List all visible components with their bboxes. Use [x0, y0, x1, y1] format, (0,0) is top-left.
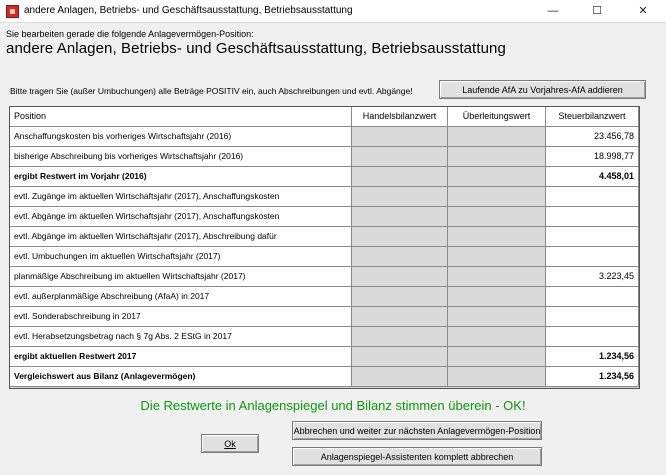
row-label: evtl. außerplanmäßige Abschreibung (AfaA…: [10, 287, 352, 307]
row-label: evtl. Abgänge im aktuellen Wirtschaftsja…: [10, 207, 352, 227]
row-label: Vergleichswert aus Bilanz (Anlagevermöge…: [10, 367, 352, 387]
ueberleitung-field: [448, 367, 546, 387]
handels-field: [352, 127, 448, 147]
handels-field: [352, 307, 448, 327]
status-message: Die Restwerte in Anlagenspiegel und Bila…: [140, 398, 526, 413]
row-label: bisherige Abschreibung bis vorheriges Wi…: [10, 147, 352, 167]
row-label: evtl. Umbuchungen im aktuellen Wirtschaf…: [10, 247, 352, 267]
ueberleitung-field: [448, 267, 546, 287]
handels-field: [352, 187, 448, 207]
row-label: evtl. Abgänge im aktuellen Wirtschaftsja…: [10, 227, 352, 247]
position-heading: andere Anlagen, Betriebs- und Geschäftsa…: [6, 40, 506, 57]
handels-field: [352, 267, 448, 287]
handels-field: [352, 347, 448, 367]
handels-field: [352, 247, 448, 267]
steuerbilanz-field[interactable]: [546, 287, 639, 307]
title-bar: andere Anlagen, Betriebs- und Geschäftsa…: [0, 0, 666, 23]
row-label: ergibt aktuellen Restwert 2017: [10, 347, 352, 367]
row-label: evtl. Zugänge im aktuellen Wirtschaftsja…: [10, 187, 352, 207]
ueberleitung-field: [448, 327, 546, 347]
instructions-text: Bitte tragen Sie (außer Umbuchungen) all…: [10, 86, 413, 96]
column-header-handelsbilanz: Handelsbilanzwert: [352, 107, 448, 127]
row-label: Anschaffungskosten bis vorheriges Wirtsc…: [10, 127, 352, 147]
steuerbilanz-field[interactable]: [546, 307, 639, 327]
handels-field: [352, 167, 448, 187]
window-title: andere Anlagen, Betriebs- und Geschäftsa…: [24, 5, 353, 16]
abort-assistant-button[interactable]: Anlagenspiegel-Assistenten komplett abbr…: [292, 447, 542, 466]
ueberleitung-field: [448, 247, 546, 267]
row-label: evtl. Herabsetzungsbetrag nach § 7g Abs.…: [10, 327, 352, 347]
ueberleitung-field: [448, 187, 546, 207]
row-label: evtl. Sonderabschreibung in 2017: [10, 307, 352, 327]
steuerbilanz-field[interactable]: [546, 207, 639, 227]
ueberleitung-field: [448, 147, 546, 167]
asset-table: Position Handelsbilanzwert Überleitungswer…: [9, 106, 640, 389]
current-position-label: Sie bearbeiten gerade die folgende Anlag…: [6, 29, 254, 39]
minimize-button[interactable]: —: [530, 0, 576, 22]
ok-button[interactable]: Ok: [201, 434, 259, 453]
row-label: planmäßige Abschreibung im aktuellen Wir…: [10, 267, 352, 287]
handels-field: [352, 227, 448, 247]
ueberleitung-field: [448, 287, 546, 307]
close-button[interactable]: ✕: [620, 0, 666, 22]
ueberleitung-field: [448, 227, 546, 247]
row-label: ergibt Restwert im Vorjahr (2016): [10, 167, 352, 187]
handels-field: [352, 207, 448, 227]
steuerbilanz-field[interactable]: [546, 187, 639, 207]
steuerbilanz-field[interactable]: [546, 247, 639, 267]
steuerbilanz-field[interactable]: [546, 227, 639, 247]
app-icon[interactable]: [6, 5, 19, 18]
handels-field: [352, 367, 448, 387]
steuerbilanz-field: 1.234,56: [546, 367, 639, 387]
ueberleitung-field: [448, 167, 546, 187]
column-header-ueberleitung: Überleitungswert: [448, 107, 546, 127]
steuerbilanz-field[interactable]: 23.456,78: [546, 127, 639, 147]
column-header-position: Position: [10, 107, 352, 127]
steuerbilanz-field: 1.234,56: [546, 347, 639, 367]
handels-field: [352, 147, 448, 167]
handels-field: [352, 327, 448, 347]
steuerbilanz-field[interactable]: 3.223,45: [546, 267, 639, 287]
add-afa-button[interactable]: Laufende AfA zu Vorjahres-AfA addieren: [439, 80, 646, 99]
steuerbilanz-field: 4.458,01: [546, 167, 639, 187]
handels-field: [352, 287, 448, 307]
cancel-next-button[interactable]: Abbrechen und weiter zur nächsten Anlage…: [292, 421, 542, 440]
steuerbilanz-field[interactable]: [546, 327, 639, 347]
column-header-steuerbilanz: Steuerbilanzwert: [546, 107, 639, 127]
steuerbilanz-field[interactable]: 18.998,77: [546, 147, 639, 167]
ueberleitung-field: [448, 127, 546, 147]
ueberleitung-field: [448, 347, 546, 367]
maximize-button[interactable]: ☐: [574, 0, 620, 22]
ueberleitung-field: [448, 307, 546, 327]
ueberleitung-field: [448, 207, 546, 227]
